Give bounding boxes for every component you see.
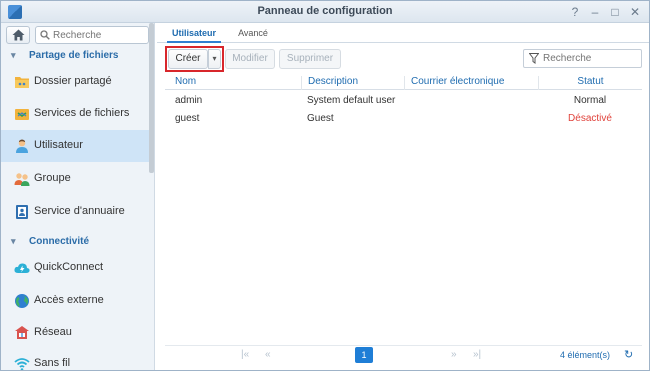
directory-icon xyxy=(16,205,28,219)
section-label: Partage de fichiers xyxy=(29,50,119,61)
shared-folder-icon xyxy=(15,77,29,88)
home-button[interactable] xyxy=(6,26,30,44)
section-connectivity[interactable]: ▾ Connectivité xyxy=(1,233,149,251)
cell-status: Normal xyxy=(573,95,607,106)
current-page[interactable]: 1 xyxy=(355,347,373,363)
next-page-button[interactable]: » xyxy=(451,349,457,360)
main-panel: Utilisateur Avancé Créer ▾ Modifier Supp… xyxy=(157,23,649,370)
column-header-description[interactable]: Description xyxy=(301,76,358,90)
delete-button[interactable]: Supprimer xyxy=(279,49,341,69)
sidebar-item-wireless[interactable]: Sans fil xyxy=(1,348,149,370)
column-header-email[interactable]: Courrier électronique xyxy=(404,76,504,90)
column-header-name[interactable]: Nom xyxy=(169,76,196,90)
tab-user[interactable]: Utilisateur xyxy=(167,26,221,43)
maximize-button[interactable]: □ xyxy=(607,4,623,20)
sidebar-item-label: Groupe xyxy=(34,172,71,184)
item-count: 4 élément(s) xyxy=(560,350,611,360)
sidebar-item-quickconnect[interactable]: QuickConnect xyxy=(1,252,149,284)
user-search[interactable] xyxy=(523,49,642,68)
chevron-down-icon: ▾ xyxy=(11,236,16,246)
last-page-button[interactable]: »| xyxy=(473,349,481,360)
user-icon xyxy=(16,139,28,153)
refresh-icon[interactable]: ↻ xyxy=(624,349,636,361)
network-icon xyxy=(15,326,29,339)
filter-icon xyxy=(529,53,539,64)
pagination: |« « 1 » »| 4 élément(s) ↻ xyxy=(165,345,642,363)
quickconnect-icon xyxy=(14,263,30,273)
sidebar-item-shared-folder[interactable]: Dossier partagé xyxy=(1,66,149,98)
cell-description: System default user xyxy=(307,95,396,106)
home-icon xyxy=(12,29,25,41)
title-bar[interactable]: Panneau de configuration ? – □ ✕ xyxy=(1,1,649,23)
sidebar-item-label: Service d'annuaire xyxy=(34,205,125,217)
sidebar-item-label: Sans fil xyxy=(34,357,71,369)
globe-icon xyxy=(15,294,29,308)
sidebar-item-user[interactable]: Utilisateur xyxy=(1,130,149,162)
section-label: Connectivité xyxy=(29,236,90,247)
sidebar-item-label: Services de fichiers xyxy=(34,107,130,119)
minimize-button[interactable]: – xyxy=(587,4,603,20)
search-icon xyxy=(40,30,50,40)
cell-status: Désactivé xyxy=(568,113,612,124)
sidebar-item-group[interactable]: Groupe xyxy=(1,163,149,195)
table-row[interactable]: admin System default user Normal xyxy=(165,92,642,110)
sidebar-item-label: QuickConnect xyxy=(34,261,104,273)
tab-advanced[interactable]: Avancé xyxy=(235,26,271,43)
create-highlight xyxy=(165,46,224,72)
first-page-button[interactable]: |« xyxy=(241,349,249,360)
cell-description: Guest xyxy=(307,113,334,124)
sidebar-item-external-access[interactable]: Accès externe xyxy=(1,285,149,317)
sidebar: ▾ Partage de fichiers Dossier partagé Se… xyxy=(1,23,155,370)
user-search-input[interactable] xyxy=(543,52,638,65)
file-services-icon xyxy=(15,109,29,120)
sidebar-search[interactable] xyxy=(35,26,149,44)
modify-button[interactable]: Modifier xyxy=(225,49,275,69)
sidebar-search-input[interactable] xyxy=(53,28,145,42)
chevron-down-icon: ▾ xyxy=(11,50,16,60)
sidebar-item-file-services[interactable]: Services de fichiers xyxy=(1,98,149,130)
section-file-sharing[interactable]: ▾ Partage de fichiers xyxy=(1,47,149,65)
wifi-icon xyxy=(14,358,30,370)
window-title: Panneau de configuration xyxy=(257,5,393,17)
cell-name: admin xyxy=(175,95,203,106)
help-button[interactable]: ? xyxy=(567,4,583,20)
close-button[interactable]: ✕ xyxy=(627,4,643,20)
sidebar-item-label: Utilisateur xyxy=(34,139,83,151)
cell-name: guest xyxy=(175,113,200,124)
group-icon xyxy=(14,173,30,186)
tab-bar: Utilisateur Avancé xyxy=(157,23,649,43)
sidebar-item-directory-service[interactable]: Service d'annuaire xyxy=(1,196,149,228)
table-row[interactable]: guest Guest Désactivé xyxy=(165,110,642,128)
sidebar-item-label: Dossier partagé xyxy=(34,75,112,87)
table-header: Nom Description Courrier électronique St… xyxy=(165,73,642,90)
sidebar-item-label: Réseau xyxy=(34,326,72,338)
control-panel-window: Panneau de configuration ? – □ ✕ ▾ Parta… xyxy=(0,0,650,371)
sidebar-scrollbar[interactable] xyxy=(149,23,154,173)
column-header-status[interactable]: Statut xyxy=(538,76,642,90)
sidebar-item-network[interactable]: Réseau xyxy=(1,317,149,349)
sidebar-item-label: Accès externe xyxy=(34,294,104,306)
previous-page-button[interactable]: « xyxy=(265,349,271,360)
